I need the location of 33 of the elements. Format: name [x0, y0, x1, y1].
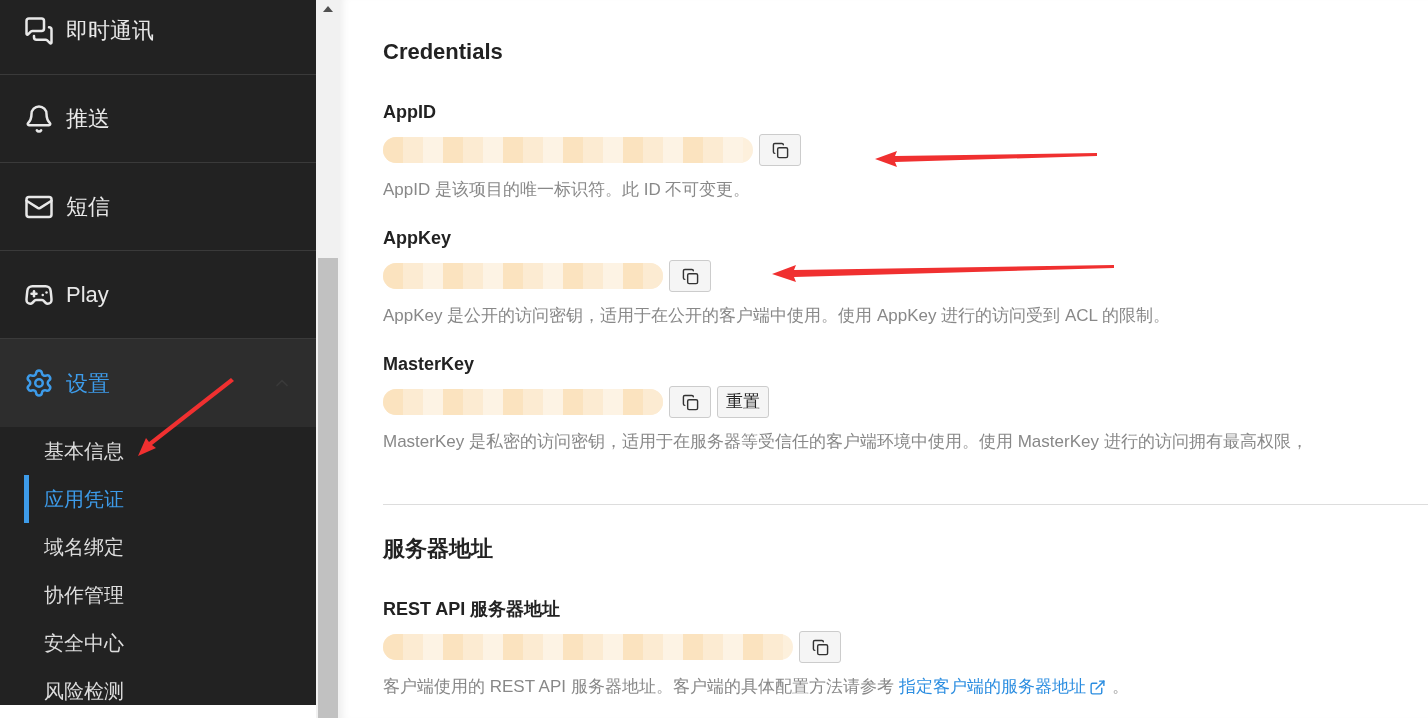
copy-icon [681, 267, 699, 285]
nav-subitem[interactable]: 协作管理 [24, 571, 316, 619]
copy-icon [771, 141, 789, 159]
settings-icon [24, 368, 54, 398]
nav-item[interactable]: 设置 [0, 339, 316, 427]
field-label: AppID [383, 101, 437, 124]
field-label: REST API 服务器地址 [383, 598, 562, 621]
chat-icon [24, 15, 54, 46]
field-description: AppID 是该项目的唯一标识符。此 ID 不可变更。 [383, 179, 751, 202]
bell-icon [24, 103, 54, 134]
field-label: MasterKey [383, 353, 476, 376]
field-description: AppKey 是公开的访问密钥，适用于在公开的客户端中使用。使用 AppKey 进行的访问受到 ACL 的限制。 [383, 305, 1171, 328]
section-title: 服务器地址 [383, 535, 494, 563]
copy-button[interactable] [669, 386, 711, 418]
section-title: Credentials [383, 38, 504, 66]
scroll-up-icon[interactable] [323, 6, 333, 12]
nav-subitem[interactable]: 基本信息 [24, 427, 316, 475]
scrollbar-thumb[interactable] [318, 258, 338, 718]
nav-subitem[interactable]: 风险检测 [24, 667, 316, 715]
field-description: 客户端使用的 REST API 服务器地址。客户端的具体配置方法请参考 [383, 676, 894, 699]
copy-button[interactable] [799, 631, 841, 663]
nav-subitem[interactable]: 域名绑定 [24, 523, 316, 571]
sentence-end: 。 [1111, 676, 1129, 699]
external-link-icon [1088, 678, 1106, 696]
reset-button[interactable]: 重置 [717, 386, 769, 418]
copy-button[interactable] [669, 260, 711, 292]
copy-icon [681, 393, 699, 411]
server-address-link[interactable]: 指定客户端的服务器地址 [898, 674, 1106, 700]
field-label: AppKey [383, 227, 452, 250]
nav-subitem[interactable]: 安全中心 [24, 619, 316, 667]
field-description: MasterKey 是私密的访问密钥，适用于在服务器等受信任的客户端环境中使用。使用 MasterKey 进行的访问拥有最高权限， [383, 431, 1308, 454]
copy-icon [811, 638, 829, 656]
copy-button[interactable] [759, 134, 801, 166]
